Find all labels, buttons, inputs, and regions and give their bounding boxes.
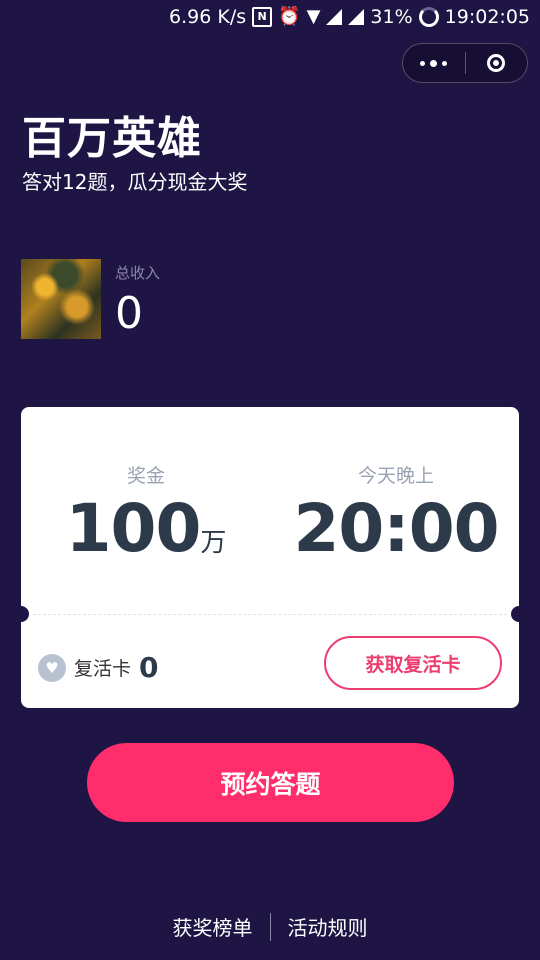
avatar[interactable] — [21, 259, 101, 339]
income-label: 总收入 — [115, 264, 161, 282]
game-time-value: 20:00 — [293, 490, 499, 567]
wifi-icon: ▼ — [306, 6, 321, 27]
get-revive-card-button[interactable]: 获取复活卡 — [324, 636, 502, 690]
leaderboard-link[interactable]: 获奖榜单 — [173, 912, 253, 941]
card-divider — [33, 614, 507, 615]
prize-card: 奖金 100万 今天晚上 20:00 ♥ 复活卡 0 获取复活卡 — [13, 407, 527, 708]
signal-icon-2 — [348, 9, 365, 25]
close-target-icon — [487, 54, 506, 72]
clock: 19:02:05 — [444, 6, 530, 28]
revive-card-info: ♥ 复活卡 0 — [38, 651, 159, 684]
prize-amount-block: 奖金 100万 — [61, 461, 231, 562]
nfc-icon: N — [252, 7, 273, 27]
revive-label: 复活卡 — [74, 658, 132, 680]
prize-value-row: 100万 — [61, 496, 231, 562]
prize-label: 奖金 — [126, 465, 165, 487]
battery-percent: 31% — [370, 6, 413, 28]
footer-divider — [269, 912, 271, 941]
income-value: 0 — [115, 288, 143, 339]
loading-icon — [418, 7, 439, 27]
page-subtitle: 答对12题，瓜分现金大奖 — [22, 170, 248, 194]
card-notch-left — [13, 606, 29, 622]
prize-value: 100 — [65, 490, 202, 567]
footer-links: 获奖榜单 活动规则 — [0, 912, 540, 941]
alarm-icon: ⏰ — [278, 6, 301, 27]
heart-icon: ♥ — [38, 653, 66, 682]
more-icon — [420, 59, 448, 67]
close-button[interactable] — [466, 44, 528, 82]
prize-unit: 万 — [200, 528, 227, 558]
status-bar: 6.96 K/s N ⏰ ▼ 31% 19:02:05 — [0, 0, 540, 34]
reserve-answer-button[interactable]: 预约答题 — [87, 743, 454, 822]
network-speed: 6.96 K/s — [169, 6, 247, 28]
game-time-label: 今天晚上 — [357, 465, 434, 487]
more-button[interactable] — [403, 44, 465, 82]
card-notch-right — [511, 606, 527, 622]
mini-program-capsule — [402, 43, 528, 83]
page-title: 百万英雄 — [22, 113, 202, 164]
revive-count: 0 — [139, 651, 159, 684]
rules-link[interactable]: 活动规则 — [288, 912, 368, 941]
signal-icon — [326, 9, 343, 25]
game-time-block: 今天晚上 20:00 — [283, 461, 509, 562]
